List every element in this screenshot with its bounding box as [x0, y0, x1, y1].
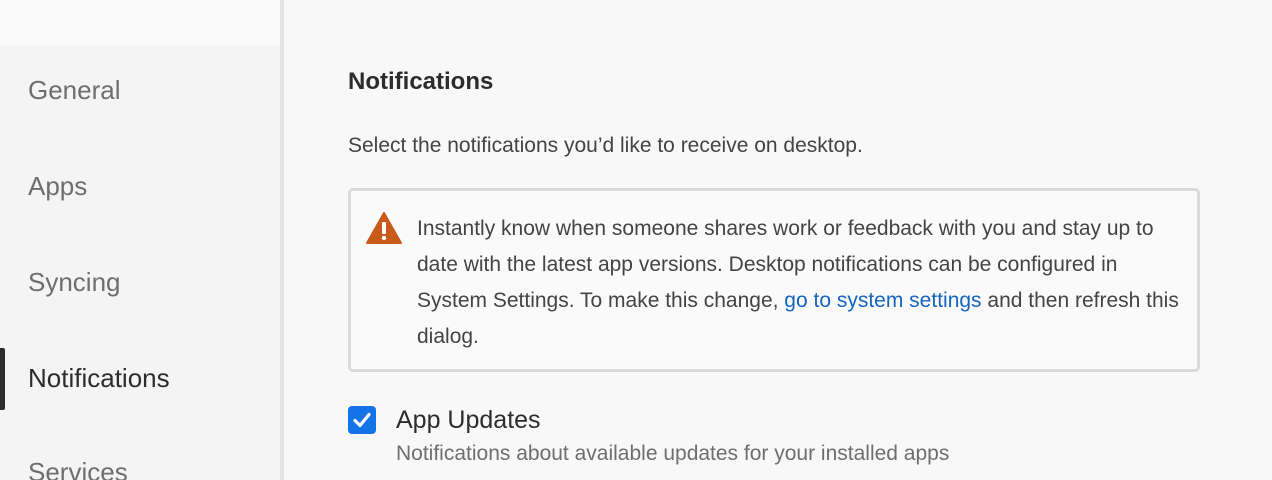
preferences-sidebar: General Apps Syncing Notifications Servi… — [0, 0, 280, 480]
system-settings-link[interactable]: go to system settings — [784, 289, 981, 312]
checkmark-icon — [353, 412, 371, 428]
section-title: Notifications — [348, 68, 494, 95]
sidebar-topbar — [0, 0, 280, 46]
sidebar-item-services[interactable]: Services — [0, 442, 280, 480]
section-description: Select the notifications you’d like to r… — [348, 134, 863, 157]
notifications-panel: Notifications Select the notifications y… — [284, 0, 1272, 480]
sidebar-item-label: General — [28, 74, 121, 105]
sidebar-item-label: Services — [28, 456, 128, 480]
alert-box: Instantly know when someone shares work … — [348, 188, 1200, 372]
sidebar-item-syncing[interactable]: Syncing — [0, 252, 280, 312]
warning-icon — [365, 211, 403, 245]
sidebar-item-label: Syncing — [28, 266, 121, 297]
sidebar-item-apps[interactable]: Apps — [0, 156, 280, 216]
alert-text: Instantly know when someone shares work … — [417, 211, 1187, 355]
app-updates-label[interactable]: App Updates — [396, 406, 541, 435]
app-updates-checkbox[interactable] — [348, 406, 376, 434]
sidebar-item-label: Apps — [28, 170, 88, 201]
sidebar-item-general[interactable]: General — [0, 60, 280, 120]
preferences-window: General Apps Syncing Notifications Servi… — [0, 0, 1272, 480]
app-updates-description: Notifications about available updates fo… — [396, 442, 950, 465]
sidebar-item-label: Notifications — [28, 362, 170, 393]
sidebar-item-notifications[interactable]: Notifications — [0, 348, 280, 410]
